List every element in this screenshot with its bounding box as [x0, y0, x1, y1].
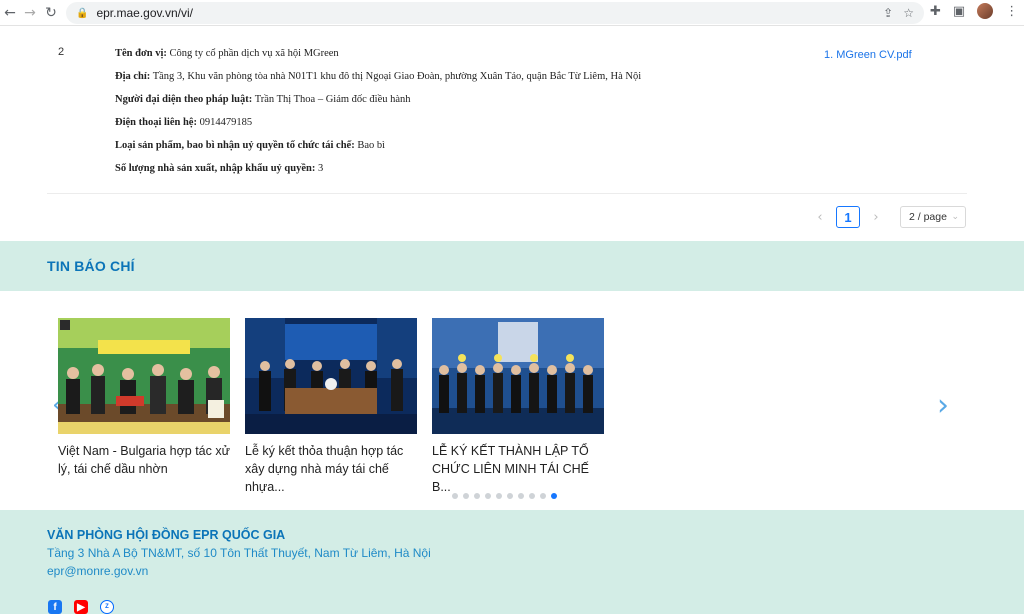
facebook-icon[interactable]: f	[48, 600, 62, 614]
pagination: ‹ 1 › 2 / page ⌄	[810, 206, 966, 228]
carousel-dot[interactable]	[485, 493, 491, 499]
field-label: Số lượng nhà sản xuất, nhập khẩu uỷ quyề…	[115, 163, 316, 174]
news-image[interactable]	[58, 318, 230, 434]
chevron-down-icon: ⌄	[951, 212, 959, 222]
extensions-icon[interactable]: ✚	[930, 4, 941, 19]
field-value: 3	[315, 163, 324, 174]
field-value: Bao bì	[354, 140, 386, 151]
product-type-line: Loại sản phẩm, bao bì nhận uỷ quyền tổ c…	[115, 140, 641, 163]
legal-rep-line: Người đại diện theo pháp luật: Trần Thị …	[115, 94, 641, 117]
news-caption[interactable]: LỄ KÝ KẾT THÀNH LẬP TỔ CHỨC LIÊN MINH TÁ…	[432, 442, 604, 496]
profile-avatar[interactable]	[977, 3, 994, 19]
page-size-value: 2 / page	[909, 211, 947, 223]
field-value: 0914479185	[196, 117, 253, 128]
carousel-dot[interactable]	[518, 493, 524, 499]
carousel-dot[interactable]	[540, 493, 546, 499]
row-index: 2	[58, 46, 65, 58]
carousel-dot[interactable]	[529, 493, 535, 499]
news-card[interactable]: Việt Nam - Bulgaria hợp tác xử lý, tái c…	[58, 318, 230, 478]
unit-name-line: Tên đơn vị: Công ty cổ phần dịch vụ xã h…	[115, 48, 641, 71]
table-row: 2 Tên đơn vị: Công ty cổ phần dịch vụ xã…	[47, 27, 967, 194]
phone-line: Điện thoại liên hệ: 0914479185	[115, 117, 641, 140]
field-label: Tên đơn vị:	[115, 48, 167, 59]
lock-icon: 🔒	[76, 7, 89, 19]
next-page-icon[interactable]: ›	[866, 210, 886, 225]
share-icon[interactable]: ⇪	[883, 6, 893, 20]
news-card[interactable]: Lễ ký kết thỏa thuận hợp tác xây dựng nh…	[245, 318, 417, 496]
reload-icon[interactable]: ↻	[41, 3, 61, 23]
field-value: Trần Thị Thoa – Giám đốc điều hành	[252, 94, 411, 105]
news-image[interactable]	[432, 318, 604, 434]
back-icon[interactable]: ←	[0, 3, 20, 23]
current-page-button[interactable]: 1	[836, 206, 860, 228]
zalo-icon[interactable]: Z	[100, 600, 114, 614]
field-label: Loại sản phẩm, bao bì nhận uỷ quyền tổ c…	[115, 140, 355, 151]
carousel-dot[interactable]	[452, 493, 458, 499]
attachment-link[interactable]: 1. MGreen CV.pdf	[824, 49, 912, 61]
news-card[interactable]: LỄ KÝ KẾT THÀNH LẬP TỔ CHỨC LIÊN MINH TÁ…	[432, 318, 604, 496]
footer-title: VĂN PHÒNG HỘI ĐỒNG EPR QUỐC GIA	[47, 528, 286, 542]
field-value: Công ty cổ phần dịch vụ xã hội MGreen	[166, 48, 339, 59]
browser-toolbar: ← → ↻ 🔒 epr.mae.gov.vn/vi/ ⇪ ☆ ✚ ▣ ⋮	[0, 0, 1024, 26]
social-links: f ▶ Z	[48, 600, 114, 614]
field-label: Địa chỉ:	[115, 71, 151, 82]
news-caption[interactable]: Việt Nam - Bulgaria hợp tác xử lý, tái c…	[58, 442, 230, 478]
bookmark-star-icon[interactable]: ☆	[903, 6, 914, 20]
news-image[interactable]	[245, 318, 417, 434]
carousel-dot[interactable]	[463, 493, 469, 499]
carousel-next-icon[interactable]: ›	[937, 388, 949, 423]
site-footer	[0, 510, 1024, 614]
news-section-title: TIN BÁO CHÍ	[47, 258, 135, 274]
footer-email[interactable]: epr@monre.gov.vn	[47, 564, 148, 578]
carousel-dot[interactable]	[507, 493, 513, 499]
producer-count-line: Số lượng nhà sản xuất, nhập khẩu uỷ quyề…	[115, 163, 641, 186]
field-label: Điện thoại liên hệ:	[115, 117, 197, 128]
carousel-dot[interactable]	[551, 493, 557, 499]
carousel-dot[interactable]	[474, 493, 480, 499]
page-size-select[interactable]: 2 / page ⌄	[900, 206, 966, 228]
carousel-dot[interactable]	[496, 493, 502, 499]
youtube-icon[interactable]: ▶	[74, 600, 88, 614]
forward-icon[interactable]: →	[20, 3, 40, 23]
browser-menu-icon[interactable]: ⋮	[1005, 4, 1018, 19]
field-value: Tầng 3, Khu văn phòng tòa nhà N01T1 khu …	[150, 71, 642, 82]
address-url: epr.mae.gov.vn/vi/	[96, 6, 193, 20]
field-label: Người đại diện theo pháp luật:	[115, 94, 253, 105]
news-caption[interactable]: Lễ ký kết thỏa thuận hợp tác xây dựng nh…	[245, 442, 417, 496]
unit-details: Tên đơn vị: Công ty cổ phần dịch vụ xã h…	[115, 48, 641, 186]
address-line: Địa chỉ: Tầng 3, Khu văn phòng tòa nhà N…	[115, 71, 641, 94]
prev-page-icon[interactable]: ‹	[810, 210, 830, 225]
footer-address: Tầng 3 Nhà A Bộ TN&MT, số 10 Tôn Thất Th…	[47, 546, 431, 560]
address-bar[interactable]: 🔒 epr.mae.gov.vn/vi/ ⇪ ☆	[66, 2, 924, 24]
news-header-band	[0, 241, 1024, 291]
side-panel-icon[interactable]: ▣	[953, 4, 965, 19]
carousel-dots	[452, 493, 557, 499]
